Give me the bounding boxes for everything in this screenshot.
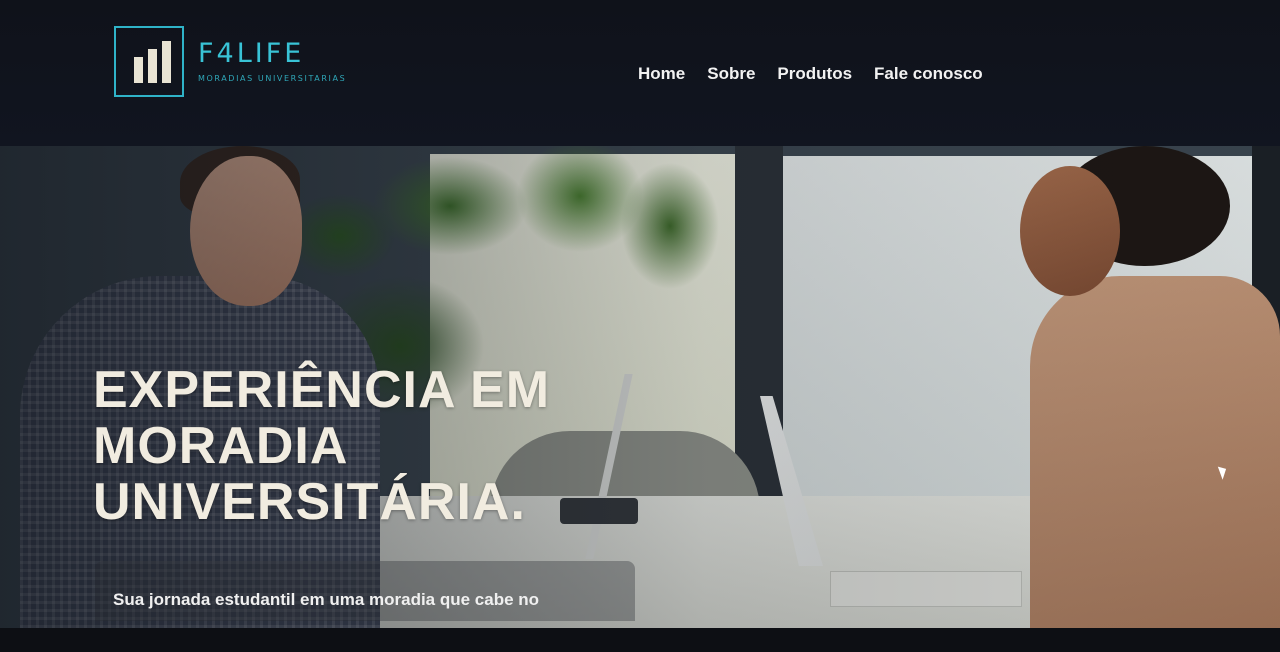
hero-subtitle: Sua jornada estudantil em uma moradia qu… [113,590,540,609]
screen-bottom-edge [0,628,1280,652]
nav-home[interactable]: Home [638,64,685,84]
hero-title-line-1: EXPERIÊNCIA EM [93,361,551,419]
hero-title-line-2: MORADIA [93,417,349,475]
hero-title: EXPERIÊNCIA EM MORADIA UNIVERSITÁRIA. [93,362,550,530]
nav-sobre[interactable]: Sobre [707,64,755,84]
brand-logo-link[interactable]: F4LIFE MORADIAS UNIVERSITARIAS [114,26,346,97]
nav-produtos[interactable]: Produtos [777,64,852,84]
brand-text: F4LIFE MORADIAS UNIVERSITARIAS [198,40,346,83]
main-nav: Home Sobre Produtos Fale conosco [638,64,983,84]
site-header: F4LIFE MORADIAS UNIVERSITARIAS Home Sobr… [0,0,1280,148]
brand-name: F4LIFE [198,38,305,69]
page: F4LIFE MORADIAS UNIVERSITARIAS Home Sobr… [0,0,1280,652]
nav-fale-conosco[interactable]: Fale conosco [874,64,983,84]
bar-chart-logo-icon [114,26,184,97]
hero-banner: EXPERIÊNCIA EM MORADIA UNIVERSITÁRIA. Su… [0,146,1280,628]
brand-tagline: MORADIAS UNIVERSITARIAS [198,74,347,83]
hero-title-line-3: UNIVERSITÁRIA. [93,473,526,531]
